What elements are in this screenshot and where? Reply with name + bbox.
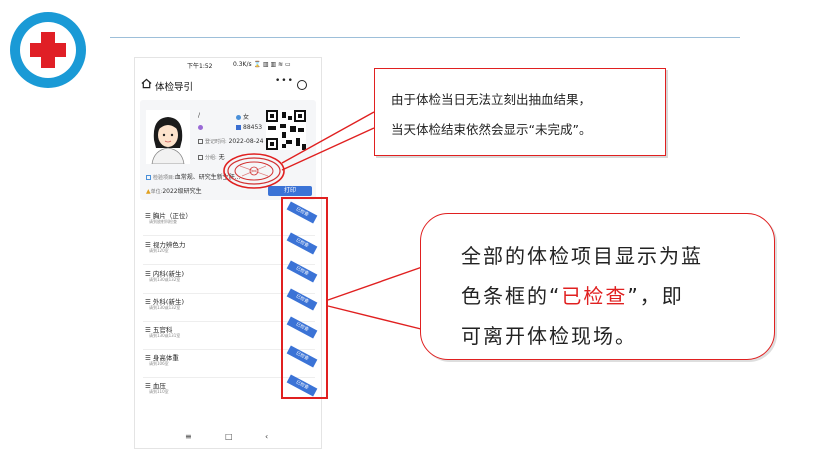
checked-highlight-text: 已检查: [561, 284, 628, 308]
callout2-line3: 可离开体检现场。: [461, 324, 637, 348]
callout1-line1: 由于体检当日无法立刻出抽血结果，: [391, 92, 592, 107]
callout2-line1: 全部的体检项目显示为蓝: [461, 244, 703, 268]
checked-items-highlight: [281, 197, 328, 399]
callout2-line2: 色条框的“已检查”，即: [461, 284, 684, 308]
callout1-line2: 当天体检结束依然会显示“未完成”。: [391, 122, 592, 137]
blood-test-note-callout: 由于体检当日无法立刻出抽血结果， 当天体检结束依然会显示“未完成”。: [374, 68, 666, 156]
completion-note-callout: 全部的体检项目显示为蓝 色条框的“已检查”，即 可离开体检现场。: [420, 213, 775, 360]
